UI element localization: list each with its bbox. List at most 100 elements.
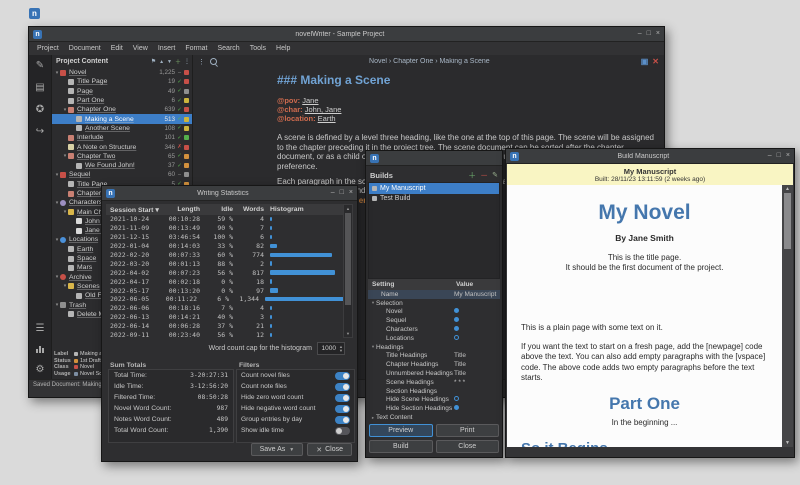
stats-chart-icon[interactable] (36, 345, 44, 353)
stats-row[interactable]: 2021-11-0900:13:4990 %7 (106, 224, 345, 233)
stats-table-header[interactable]: Session Start ▾LengthIdleWordsHistogram (106, 204, 353, 215)
setting-row[interactable]: Title HeadingsTitle (368, 352, 500, 361)
tree-item[interactable]: Page49✓ (52, 87, 192, 96)
tree-item[interactable]: We Found John!37✓ (52, 161, 192, 170)
filter-toggle[interactable] (335, 372, 350, 380)
filter-toggle[interactable] (335, 427, 350, 435)
move-up-icon[interactable]: ▲ (159, 59, 164, 65)
maximize-icon[interactable]: □ (340, 189, 344, 197)
stats-row[interactable]: 2022-05-1700:13:200 %97 (106, 286, 345, 295)
spinner-arrows-icon[interactable]: ▲▼ (338, 345, 344, 353)
minimize-icon[interactable]: – (768, 152, 772, 160)
column-header-length[interactable]: Length (164, 206, 200, 213)
menu-view[interactable]: View (128, 45, 153, 52)
setting-row[interactable]: NameMy Manuscript (368, 290, 500, 299)
stats-row[interactable]: 2022-09-1100:23:4056 %12 (106, 331, 345, 340)
setting-row[interactable]: Novel (368, 308, 500, 317)
filter-toggle[interactable] (335, 416, 350, 424)
menu-insert[interactable]: Insert (153, 45, 181, 52)
filter-toggle[interactable] (335, 405, 350, 413)
setting-row[interactable]: Unnumbered HeadingsTitle (368, 369, 500, 378)
column-header-histogram[interactable]: Histogram (264, 206, 353, 213)
tree-item[interactable]: ▾Chapter One639✓ (52, 105, 192, 114)
settings-gear-icon[interactable]: ⚙ (36, 364, 45, 375)
stats-row[interactable]: 2021-10-2400:10:2859 %4 (106, 215, 345, 224)
stats-row[interactable]: 2022-01-0400:14:0333 %82 (106, 242, 345, 251)
build-button[interactable]: Build (369, 440, 433, 453)
tag-value[interactable]: John, Jane (305, 105, 342, 114)
setting-row[interactable]: ▾Selection (368, 299, 500, 308)
export-icon[interactable]: ↪ (36, 126, 44, 137)
novelwriter-app-icon[interactable]: n (29, 8, 40, 19)
tree-item[interactable]: Part One6✓ (52, 96, 192, 105)
stats-row[interactable]: 2022-04-0200:07:2356 %817 (106, 268, 345, 277)
editor-close-icon[interactable]: ✕ (652, 57, 659, 66)
close-button[interactable]: ✕Close (307, 443, 352, 456)
setting-row[interactable]: Hide Section Headings (368, 404, 500, 413)
bookmark-icon[interactable]: ⚑ (151, 58, 156, 65)
setting-row[interactable]: Locations (368, 334, 500, 343)
tree-item[interactable]: ▾Sequel60– (52, 170, 192, 179)
selection-dot-icon[interactable] (454, 335, 459, 340)
close-icon[interactable]: × (656, 30, 660, 38)
editor-menu-icon[interactable]: ⋮ (198, 58, 205, 66)
word-cap-spinner[interactable]: 1000 ▲▼ (317, 342, 345, 355)
stats-row[interactable]: 2022-04-1700:02:180 %18 (106, 277, 345, 286)
edit-build-icon[interactable]: ✎ (492, 171, 498, 179)
menu-edit[interactable]: Edit (106, 45, 128, 52)
scroll-up-icon[interactable]: ▲ (782, 186, 793, 192)
tree-item[interactable]: Making a Scene513✓ (52, 114, 192, 123)
editor-maximize-icon[interactable]: ▣ (641, 57, 649, 66)
setting-row[interactable]: Chapter HeadingsTitle (368, 360, 500, 369)
outline-icon[interactable]: ✪ (36, 104, 44, 115)
preview-button[interactable]: Preview (369, 424, 433, 437)
filter-toggle[interactable] (335, 383, 350, 391)
search-icon[interactable] (210, 58, 217, 65)
scroll-down-icon[interactable]: ▼ (782, 440, 793, 446)
stats-scrollbar[interactable]: ▲ ▼ (343, 204, 353, 338)
selection-dot-icon[interactable] (454, 405, 459, 410)
add-build-icon[interactable]: ＋ (468, 170, 476, 181)
remove-build-icon[interactable]: － (480, 170, 488, 181)
setting-row[interactable]: Scene Headings* * * (368, 378, 500, 387)
add-item-icon[interactable]: ＋ (175, 57, 181, 66)
compose-icon[interactable]: ✎ (36, 60, 44, 71)
minimize-icon[interactable]: – (638, 30, 642, 38)
stats-row[interactable]: 2022-06-1400:06:2837 %21 (106, 322, 345, 331)
tree-item[interactable]: Another Scene108✓ (52, 124, 192, 133)
panel-menu-icon[interactable]: ⋮ (184, 58, 190, 65)
setting-row[interactable]: Hide Scene Headings (368, 396, 500, 405)
setting-row[interactable]: ▸Text Content (368, 413, 500, 422)
preview-scrollbar[interactable]: ▲ ▼ (782, 185, 793, 447)
selection-dot-icon[interactable] (454, 326, 459, 331)
menu-tools[interactable]: Tools (245, 45, 271, 52)
maximize-icon[interactable]: □ (777, 152, 781, 160)
tree-item[interactable]: A Note on Structure346✗ (52, 142, 192, 151)
column-header-session-start[interactable]: Session Start ▾ (106, 206, 164, 214)
setting-row[interactable]: ▾Headings (368, 343, 500, 352)
print-button[interactable]: Print (436, 424, 500, 437)
tree-item[interactable]: Interlude101✓ (52, 133, 192, 142)
stats-row[interactable]: 2022-06-0500:11:226 %1,344 (106, 295, 345, 304)
scrollbar-thumb[interactable] (345, 213, 351, 305)
save-as-button[interactable]: Save As▼ (251, 443, 304, 456)
move-down-icon[interactable]: ▼ (167, 59, 172, 65)
column-header-words[interactable]: Words (233, 206, 264, 213)
scroll-down-icon[interactable]: ▼ (344, 331, 352, 336)
selection-dot-icon[interactable] (454, 396, 459, 401)
setting-row[interactable]: Characters (368, 325, 500, 334)
filter-toggle[interactable] (335, 394, 350, 402)
setting-row[interactable]: Section Headings (368, 387, 500, 396)
scrollbar-thumb[interactable] (784, 193, 791, 249)
setting-row[interactable]: Sequel (368, 316, 500, 325)
tag-value[interactable]: Earth (318, 114, 336, 123)
column-header-idle[interactable]: Idle (200, 206, 233, 213)
selection-dot-icon[interactable] (454, 317, 459, 322)
tree-item[interactable]: Title Page19✓ (52, 77, 192, 86)
stats-row[interactable]: 2022-02-2000:07:3360 %774 (106, 251, 345, 260)
close-button[interactable]: Close (436, 440, 500, 453)
stats-row[interactable]: 2022-06-0600:18:167 %4 (106, 304, 345, 313)
minimize-icon[interactable]: – (331, 189, 335, 197)
menu-document[interactable]: Document (64, 45, 106, 52)
tree-item[interactable]: ▾Novel1,225– (52, 68, 192, 77)
